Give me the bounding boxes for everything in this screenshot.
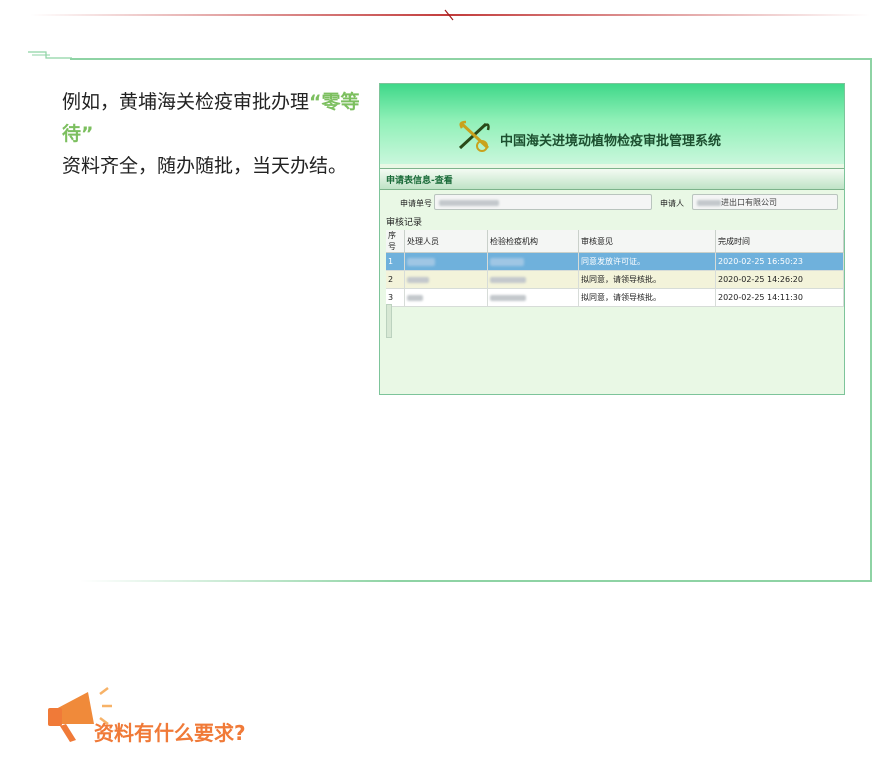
row-time: 2020-02-25 16:50:23 (715, 252, 844, 271)
redacted-agency (490, 294, 526, 301)
row-opinion: 拟同意，请领导核批。 (578, 270, 716, 289)
vertical-scrollbar[interactable] (386, 304, 392, 338)
row-opinion: 拟同意，请领导核批。 (578, 288, 716, 307)
redacted-handler (407, 257, 435, 266)
row-no: 1 (386, 252, 405, 271)
row-opinion: 同意发放许可证。 (578, 252, 716, 271)
application-no-label: 申请单号 (400, 199, 432, 208)
header-opinion: 审核意见 (578, 230, 716, 253)
row-handler (404, 288, 488, 307)
redacted-handler (407, 276, 429, 283)
applicant-label: 申请人 (660, 199, 684, 208)
application-form-row: 申请单号 申请人 进出口有限公司 (380, 192, 844, 214)
applicant-field[interactable]: 进出口有限公司 (692, 194, 838, 210)
row-no: 2 (386, 270, 405, 289)
header-no: 序号 (386, 230, 405, 253)
table-row[interactable]: 1 同意发放许可证。 2020-02-25 16:50:23 (386, 252, 844, 271)
bottom-heading: 资料有什么要求? (94, 721, 246, 745)
redacted-agency (490, 257, 524, 266)
header-handler: 处理人员 (404, 230, 488, 253)
row-handler (404, 270, 488, 289)
divider-mark-icon (444, 9, 454, 21)
records-title: 审核记录 (386, 218, 423, 228)
section-title: 申请表信息-查看 (386, 176, 453, 186)
frame-top-border (70, 58, 872, 60)
emblem-icon (458, 120, 490, 152)
review-records-table: 序号 处理人员 检验检疫机构 审核意见 完成时间 1 同意发放许可证。 2020… (386, 230, 844, 307)
frame-right-border (870, 58, 872, 582)
frame-bottom-border (80, 580, 872, 582)
system-title: 中国海关进境动植物检疫审批管理系统 (500, 134, 722, 149)
header-agency: 检验检疫机构 (487, 230, 579, 253)
redacted-applicant (697, 199, 721, 206)
table-row[interactable]: 3 拟同意，请领导核批。 2020-02-25 14:11:30 (386, 288, 844, 307)
intro-line2: 资料齐全，随办随批，当天办结。 (62, 155, 348, 177)
redacted-handler (407, 294, 423, 301)
applicant-suffix: 进出口有限公司 (721, 198, 777, 207)
row-agency (487, 270, 579, 289)
header-time: 完成时间 (715, 230, 844, 253)
section-header: 申请表信息-查看 (380, 168, 844, 190)
intro-line1: 例如，黄埔海关检疫审批办理 (62, 91, 310, 113)
row-agency (487, 252, 579, 271)
intro-text: 例如，黄埔海关检疫审批办理“零等待” 资料齐全，随办随批，当天办结。 (62, 86, 367, 182)
row-time: 2020-02-25 14:11:30 (715, 288, 844, 307)
row-agency (487, 288, 579, 307)
redacted-agency (490, 276, 526, 283)
table-row[interactable]: 2 拟同意，请领导核批。 2020-02-25 14:26:20 (386, 270, 844, 289)
corner-ornament-icon (28, 51, 72, 59)
application-no-field[interactable] (434, 194, 652, 210)
system-banner: 中国海关进境动植物检疫审批管理系统 (380, 84, 844, 164)
row-handler (404, 252, 488, 271)
row-time: 2020-02-25 14:26:20 (715, 270, 844, 289)
system-screenshot: 中国海关进境动植物检疫审批管理系统 申请表信息-查看 申请单号 申请人 进出口有… (379, 83, 845, 395)
redacted-application-no (439, 199, 499, 206)
